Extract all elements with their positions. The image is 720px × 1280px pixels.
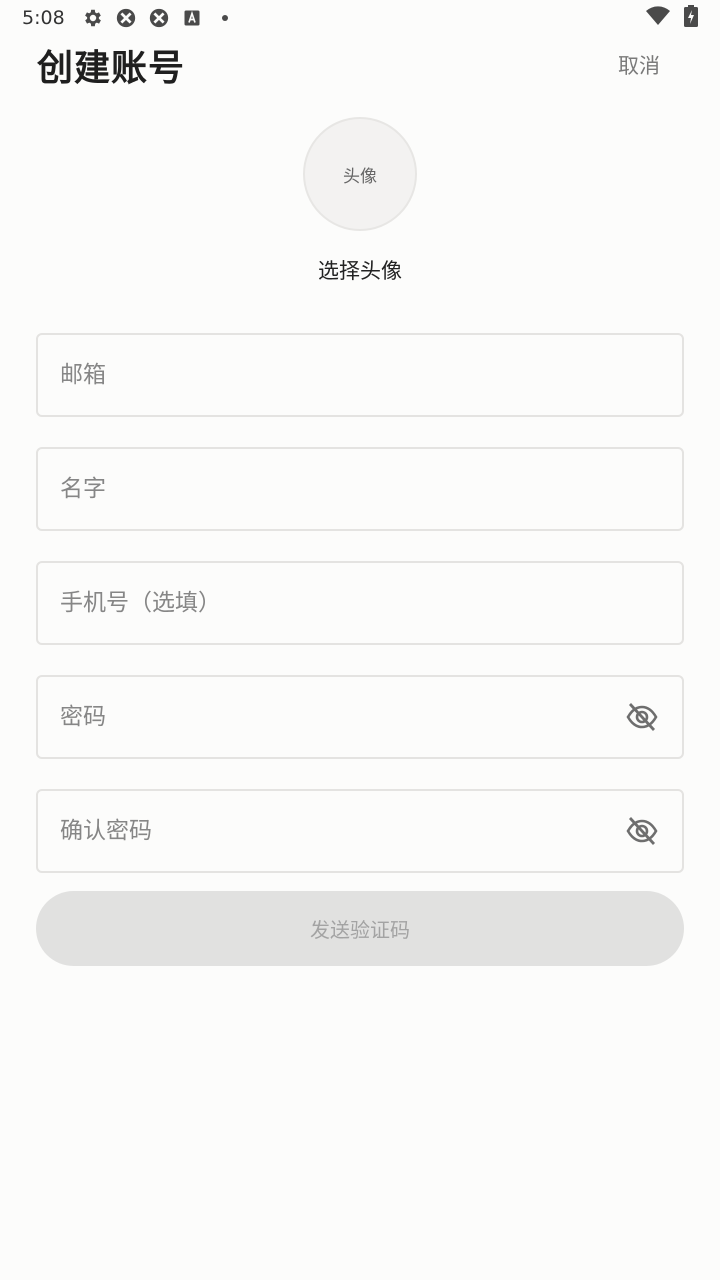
password-field-container: [36, 675, 684, 759]
send-verification-code-button[interactable]: 发送验证码: [36, 891, 684, 966]
confirm-password-field-container: [36, 789, 684, 873]
email-field[interactable]: [60, 362, 660, 388]
battery-charging-icon: [684, 5, 698, 31]
choose-avatar-link[interactable]: 选择头像: [0, 255, 720, 285]
app-icon: [114, 6, 138, 30]
confirm-password-field[interactable]: [60, 818, 624, 844]
create-account-screen: 5:08 创建账号 取消 头像 选择头像 邮箱 名字 手机号（选填） 发送验证码: [0, 0, 720, 1280]
phone-field[interactable]: [60, 590, 660, 616]
dot-icon: [213, 6, 237, 30]
status-time: 5:08: [22, 7, 65, 29]
keyboard-icon: [180, 6, 204, 30]
page-title: 创建账号: [37, 48, 186, 89]
status-bar: 5:08: [0, 0, 720, 36]
eye-off-icon[interactable]: [624, 699, 660, 735]
header: 创建账号 取消: [37, 40, 660, 90]
status-right-group: [646, 5, 698, 31]
name-field[interactable]: [60, 476, 660, 502]
gear-icon: [81, 6, 105, 30]
avatar-placeholder-label: 头像: [343, 166, 377, 187]
avatar-picker[interactable]: 头像: [303, 117, 417, 231]
app-icon: [147, 6, 171, 30]
cancel-button[interactable]: 取消: [618, 50, 660, 80]
eye-off-icon[interactable]: [624, 813, 660, 849]
wifi-icon: [646, 6, 670, 30]
name-field-container: [36, 447, 684, 531]
email-field-container: [36, 333, 684, 417]
password-field[interactable]: [60, 704, 624, 730]
phone-field-container: [36, 561, 684, 645]
